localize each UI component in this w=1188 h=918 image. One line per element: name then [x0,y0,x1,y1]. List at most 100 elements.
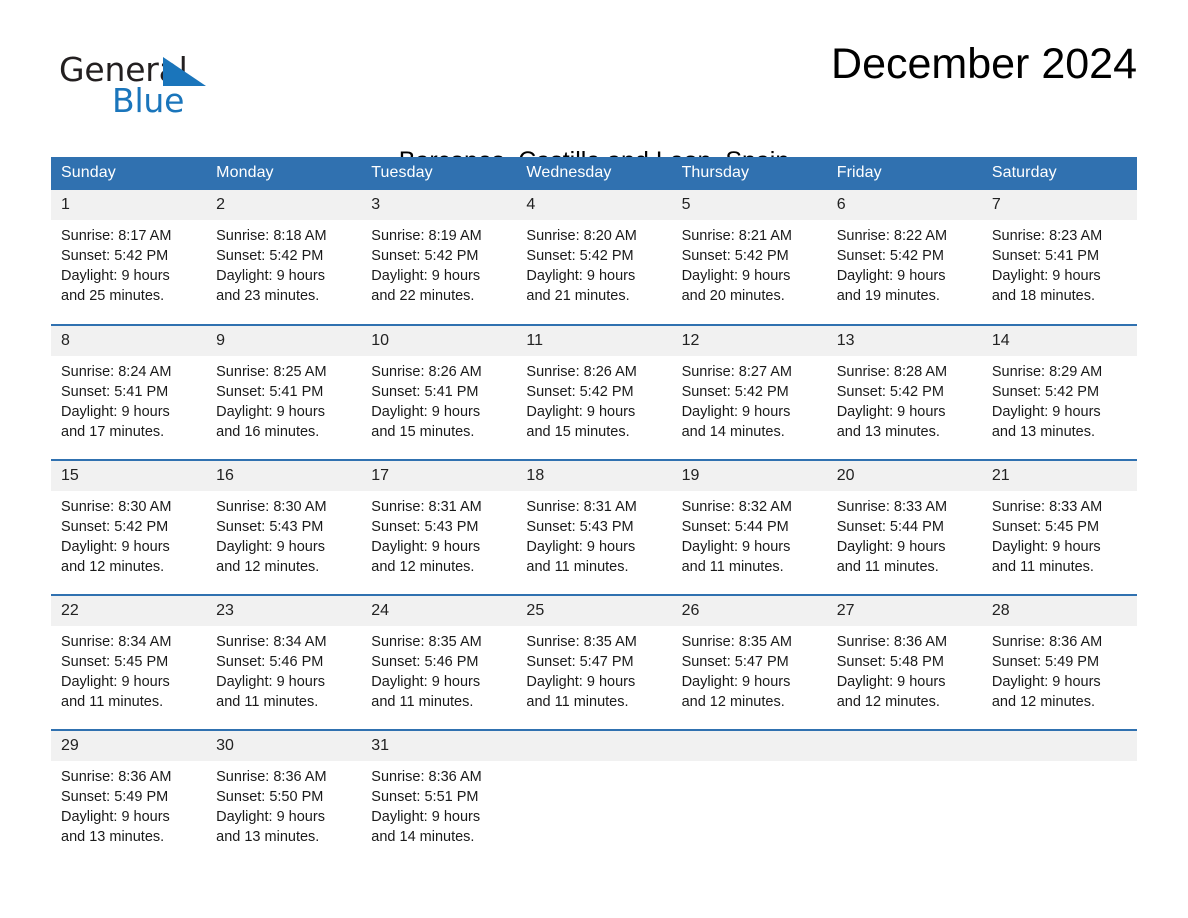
day-number: 12 [671,326,827,356]
weekday-header-thursday: Thursday [671,157,827,190]
day-number [671,731,827,761]
day-sun-info: Sunrise: 8:34 AM Sunset: 5:46 PM Dayligh… [216,634,327,710]
calendar-header-row: Sunday Monday Tuesday Wednesday Thursday… [51,157,1137,190]
day-cell[interactable]: 13 Sunrise: 8:28 AM Sunset: 5:42 PM Dayli… [826,324,982,460]
day-sun-info: Sunrise: 8:25 AM Sunset: 5:41 PM Dayligh… [216,364,327,440]
day-cell-empty [826,729,982,865]
day-number: 30 [206,731,362,761]
day-sun-info: Sunrise: 8:35 AM Sunset: 5:47 PM Dayligh… [681,634,792,710]
day-number: 26 [671,596,827,626]
day-cell[interactable]: 24 Sunrise: 8:35 AM Sunset: 5:46 PM Dayli… [361,594,517,730]
day-cell[interactable]: 8 Sunrise: 8:24 AM Sunset: 5:41 PM Daylig… [51,324,207,460]
day-sun-info: Sunrise: 8:35 AM Sunset: 5:47 PM Dayligh… [526,634,637,710]
day-sun-info [516,761,671,767]
day-number: 3 [361,190,517,220]
day-number: 19 [671,461,827,491]
day-number: 23 [206,596,362,626]
calendar-page: General Blue December 2024 Barcones, Cas… [0,0,1188,918]
day-sun-info [672,761,827,767]
calendar-body: 1 Sunrise: 8:17 AM Sunset: 5:42 PM Daylig… [51,190,1137,865]
day-sun-info: Sunrise: 8:32 AM Sunset: 5:44 PM Dayligh… [681,499,792,575]
day-cell[interactable]: 28 Sunrise: 8:36 AM Sunset: 5:49 PM Dayli… [981,594,1137,730]
day-number: 11 [516,326,672,356]
day-cell[interactable]: 16 Sunrise: 8:30 AM Sunset: 5:43 PM Dayli… [206,459,362,595]
page-header: General Blue December 2024 Barcones, Cas… [51,38,1137,175]
day-cell[interactable]: 11 Sunrise: 8:26 AM Sunset: 5:42 PM Dayli… [516,324,672,460]
calendar-week-row: 8 Sunrise: 8:24 AM Sunset: 5:41 PM Daylig… [51,324,1137,460]
day-sun-info: Sunrise: 8:19 AM Sunset: 5:42 PM Dayligh… [371,228,482,304]
day-sun-info: Sunrise: 8:35 AM Sunset: 5:46 PM Dayligh… [371,634,482,710]
day-cell[interactable]: 7 Sunrise: 8:23 AM Sunset: 5:41 PM Daylig… [981,190,1137,325]
day-cell-empty [981,729,1137,865]
day-sun-info: Sunrise: 8:27 AM Sunset: 5:42 PM Dayligh… [681,364,792,440]
day-cell[interactable]: 5 Sunrise: 8:21 AM Sunset: 5:42 PM Daylig… [671,190,827,325]
day-number: 5 [671,190,827,220]
day-sun-info: Sunrise: 8:18 AM Sunset: 5:42 PM Dayligh… [216,228,327,304]
day-sun-info: Sunrise: 8:24 AM Sunset: 5:41 PM Dayligh… [61,364,172,440]
day-number [516,731,672,761]
day-number: 4 [516,190,672,220]
day-cell[interactable]: 23 Sunrise: 8:34 AM Sunset: 5:46 PM Dayli… [206,594,362,730]
day-cell[interactable]: 6 Sunrise: 8:22 AM Sunset: 5:42 PM Daylig… [826,190,982,325]
day-number: 31 [361,731,517,761]
day-cell[interactable]: 30 Sunrise: 8:36 AM Sunset: 5:50 PM Dayli… [206,729,362,865]
day-number: 27 [826,596,982,626]
day-sun-info: Sunrise: 8:36 AM Sunset: 5:50 PM Dayligh… [216,769,327,845]
day-cell[interactable]: 10 Sunrise: 8:26 AM Sunset: 5:41 PM Dayli… [361,324,517,460]
day-cell[interactable]: 12 Sunrise: 8:27 AM Sunset: 5:42 PM Dayli… [671,324,827,460]
day-sun-info: Sunrise: 8:21 AM Sunset: 5:42 PM Dayligh… [681,228,792,304]
day-sun-info: Sunrise: 8:30 AM Sunset: 5:43 PM Dayligh… [216,499,327,575]
day-sun-info: Sunrise: 8:28 AM Sunset: 5:42 PM Dayligh… [836,364,948,440]
weekday-header-sunday: Sunday [51,157,207,190]
day-number: 29 [51,731,207,761]
day-number: 1 [51,190,207,220]
day-cell[interactable]: 26 Sunrise: 8:35 AM Sunset: 5:47 PM Dayli… [671,594,827,730]
day-cell[interactable]: 25 Sunrise: 8:35 AM Sunset: 5:47 PM Dayli… [516,594,672,730]
day-number: 6 [826,190,982,220]
day-number: 18 [516,461,672,491]
day-cell[interactable]: 2 Sunrise: 8:18 AM Sunset: 5:42 PM Daylig… [206,190,362,325]
day-cell[interactable]: 20 Sunrise: 8:33 AM Sunset: 5:44 PM Dayli… [826,459,982,595]
day-sun-info: Sunrise: 8:23 AM Sunset: 5:41 PM Dayligh… [991,228,1103,304]
day-sun-info: Sunrise: 8:36 AM Sunset: 5:48 PM Dayligh… [836,634,948,710]
day-cell[interactable]: 27 Sunrise: 8:36 AM Sunset: 5:48 PM Dayli… [826,594,982,730]
generalblue-logo: General Blue [59,52,319,122]
day-cell[interactable]: 17 Sunrise: 8:31 AM Sunset: 5:43 PM Dayli… [361,459,517,595]
day-number: 2 [206,190,362,220]
day-number: 21 [981,461,1137,491]
day-cell[interactable]: 3 Sunrise: 8:19 AM Sunset: 5:42 PM Daylig… [361,190,517,325]
page-title: December 2024 [831,40,1137,88]
day-cell[interactable]: 4 Sunrise: 8:20 AM Sunset: 5:42 PM Daylig… [516,190,672,325]
day-sun-info: Sunrise: 8:22 AM Sunset: 5:42 PM Dayligh… [836,228,948,304]
day-number: 16 [206,461,362,491]
day-cell[interactable]: 22 Sunrise: 8:34 AM Sunset: 5:45 PM Dayli… [51,594,207,730]
day-cell[interactable]: 1 Sunrise: 8:17 AM Sunset: 5:42 PM Daylig… [51,190,207,325]
day-cell[interactable]: 29 Sunrise: 8:36 AM Sunset: 5:49 PM Dayli… [51,729,207,865]
calendar-week-row: 22 Sunrise: 8:34 AM Sunset: 5:45 PM Dayli… [51,594,1137,730]
day-cell[interactable]: 14 Sunrise: 8:29 AM Sunset: 5:42 PM Dayli… [981,324,1137,460]
day-number [981,731,1137,761]
day-number: 10 [361,326,517,356]
day-sun-info [827,761,982,767]
day-cell[interactable]: 21 Sunrise: 8:33 AM Sunset: 5:45 PM Dayli… [981,459,1137,595]
day-sun-info: Sunrise: 8:20 AM Sunset: 5:42 PM Dayligh… [526,228,637,304]
day-sun-info: Sunrise: 8:31 AM Sunset: 5:43 PM Dayligh… [371,499,482,575]
day-sun-info: Sunrise: 8:36 AM Sunset: 5:51 PM Dayligh… [371,769,482,845]
day-cell[interactable]: 19 Sunrise: 8:32 AM Sunset: 5:44 PM Dayli… [671,459,827,595]
day-number: 28 [981,596,1137,626]
day-cell[interactable]: 18 Sunrise: 8:31 AM Sunset: 5:43 PM Dayli… [516,459,672,595]
day-cell[interactable]: 9 Sunrise: 8:25 AM Sunset: 5:41 PM Daylig… [206,324,362,460]
calendar-week-row: 1 Sunrise: 8:17 AM Sunset: 5:42 PM Daylig… [51,190,1137,325]
day-sun-info: Sunrise: 8:29 AM Sunset: 5:42 PM Dayligh… [991,364,1103,440]
day-sun-info [982,761,1137,767]
calendar-week-row: 29 Sunrise: 8:36 AM Sunset: 5:49 PM Dayli… [51,729,1137,865]
day-number: 20 [826,461,982,491]
day-cell[interactable]: 31 Sunrise: 8:36 AM Sunset: 5:51 PM Dayli… [361,729,517,865]
day-sun-info: Sunrise: 8:30 AM Sunset: 5:42 PM Dayligh… [61,499,172,575]
day-number: 8 [51,326,207,356]
day-number: 25 [516,596,672,626]
weekday-header-tuesday: Tuesday [361,157,517,190]
day-cell[interactable]: 15 Sunrise: 8:30 AM Sunset: 5:42 PM Dayli… [51,459,207,595]
day-number: 13 [826,326,982,356]
day-number: 24 [361,596,517,626]
